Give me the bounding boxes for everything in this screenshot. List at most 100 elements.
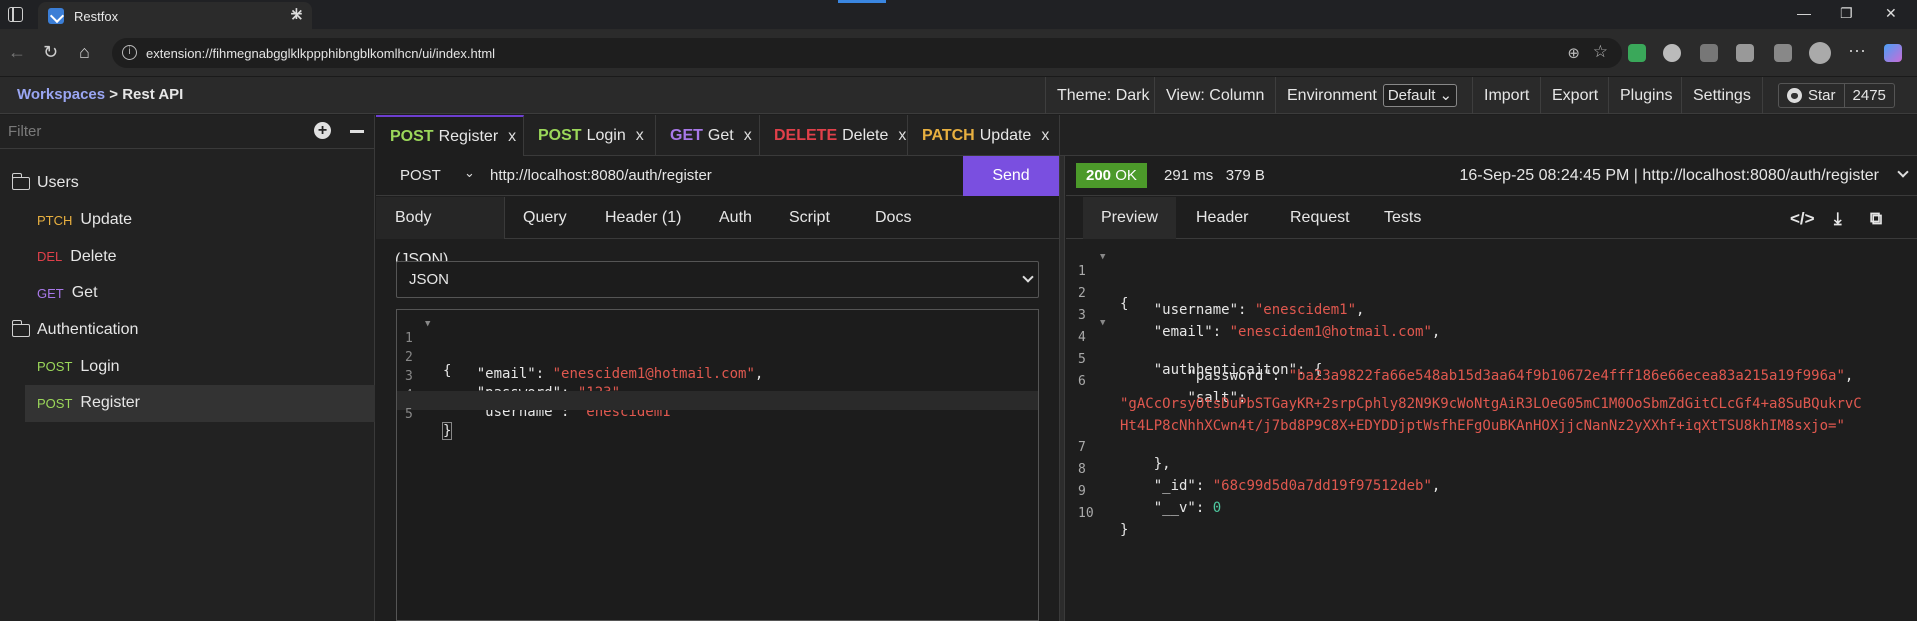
request-body-editor[interactable]: 1 ▼ { 2 "email": "enescidem1@hotmail.com… [396,309,1039,621]
sidebar-item-delete[interactable]: DEL Delete [0,238,375,275]
status-badge: 200 OK [1076,163,1147,188]
sidebar-item-update[interactable]: PTCH Update [0,202,375,239]
close-tab-icon[interactable]: x [898,127,906,145]
site-info-icon[interactable]: i [122,45,137,60]
close-tab-icon[interactable]: x [636,127,644,145]
tab-label: Get [707,126,734,144]
code-view-icon[interactable]: </> [1790,209,1815,229]
github-star-button[interactable]: Star 2475 [1778,83,1895,108]
drag-indicator [838,0,886,3]
chevron-down-icon[interactable]: ⌄ [464,165,475,181]
tab-auth[interactable]: Auth [700,197,771,239]
star-count: 2475 [1852,87,1886,104]
request-label: Login [80,357,120,375]
add-item-icon[interactable]: + [314,122,331,139]
favorite-star-icon[interactable]: ☆ [1593,42,1608,62]
tab-script[interactable]: Script [770,197,849,239]
tab-actions-icon[interactable] [8,6,23,22]
tab-body-json[interactable]: Body (JSON) [376,197,505,268]
address-bar[interactable]: i extension://fihmegnabgglklkppphibngblk… [112,38,1622,68]
tab-login[interactable]: POST Login x [524,115,656,156]
tab-method: POST [390,127,434,145]
sidebar-item-register[interactable]: POST Register [25,385,375,422]
cookie-extension-icon[interactable] [1663,44,1681,62]
environment-select[interactable]: Default ⌄ [1382,84,1458,107]
close-tab-icon[interactable]: x [508,128,516,146]
tab-method: GET [670,126,703,144]
environment-selector[interactable]: Environment Default ⌄ [1275,77,1468,114]
url-input[interactable]: http://localhost:8080/auth/register [490,167,712,184]
method-badge: PTCH [37,212,73,228]
sidebar-folder-authentication[interactable]: Authentication [0,312,375,349]
code-text: } [441,422,453,440]
settings-button[interactable]: Settings [1681,77,1763,114]
sidebar-item-login[interactable]: POST Login [0,348,375,385]
minimize-icon[interactable]: — [1797,5,1811,21]
tab-tests[interactable]: Tests [1366,197,1439,239]
response-history-info[interactable]: 16-Sep-25 08:24:45 PM | http://localhost… [1459,167,1879,185]
sidebar-item-get[interactable]: GET Get [0,275,375,312]
body-type-select[interactable]: JSON [396,261,1039,298]
tab-query[interactable]: Query [504,197,586,239]
tab-header[interactable]: Header (1) [586,197,700,239]
tab-delete[interactable]: DELETE Delete x [760,115,908,156]
puzzle-extensions-icon[interactable] [1736,44,1754,62]
status-code: 200 [1086,167,1112,184]
tab-update[interactable]: PATCH Update x [908,115,1060,156]
fold-arrow-icon[interactable]: ▼ [1100,318,1105,328]
more-menu-icon[interactable]: ··· [1848,40,1866,61]
github-icon [1787,88,1802,103]
workspaces-link[interactable]: Workspaces [17,86,105,103]
theme-toggle[interactable]: Theme: Dark [1045,77,1160,114]
fold-arrow-icon[interactable]: ▼ [1100,252,1105,262]
panel-resize-handle[interactable] [1059,156,1065,621]
tab-label: Login [586,126,626,144]
tab-request[interactable]: Request [1272,197,1368,239]
method-badge: POST [37,395,73,411]
copilot-icon[interactable] [1884,44,1902,62]
plugins-button[interactable]: Plugins [1608,77,1683,114]
close-tab-icon[interactable]: x [1041,127,1049,145]
tab-label: Register [438,127,499,145]
code-line-wrapped: "gACcOrsyOtsDuPbSTGayKR+2srpCphly82N9K9c… [1066,380,1917,412]
download-icon[interactable]: ⤓ [1834,209,1842,229]
favorites-icon[interactable] [1774,44,1792,62]
tab-get[interactable]: GET Get x [656,115,760,156]
sidebar-folder-users[interactable]: Users [0,165,375,202]
zoom-icon[interactable]: ⊕ [1567,44,1580,62]
method-select[interactable]: POST [400,167,441,184]
screen-extension-icon[interactable] [1700,44,1718,62]
chevron-down-icon[interactable] [1897,166,1909,178]
tab-docs[interactable]: Docs [856,197,930,239]
filter-bar: Filter + [0,115,374,149]
code-text: } [1120,522,1129,538]
request-sub-tabs: Body (JSON) Query Header (1) Auth Script… [376,197,1059,268]
method-badge: GET [37,285,64,301]
view-toggle[interactable]: View: Column [1154,77,1275,114]
tab-preview[interactable]: Preview [1083,197,1176,239]
folder-label: Users [37,174,79,192]
breadcrumb: Workspaces > Rest API [17,86,183,103]
fold-arrow-icon[interactable]: ▼ [425,319,430,329]
browser-tab-restfox[interactable]: Restfox ✕ [38,2,312,30]
request-label: Delete [70,247,117,265]
restore-icon[interactable]: ❐ [1840,5,1853,22]
close-window-icon[interactable]: ✕ [1885,5,1897,22]
profile-avatar[interactable] [1809,42,1831,64]
refresh-icon[interactable]: ↻ [43,42,58,63]
new-tab-icon[interactable]: + [290,2,303,26]
tab-response-header[interactable]: Header [1178,197,1266,239]
close-tab-icon[interactable]: x [744,127,752,145]
import-button[interactable]: Import [1472,77,1540,114]
home-icon[interactable]: ⌂ [79,42,90,63]
request-label: Get [71,284,98,302]
collapse-all-icon[interactable] [350,130,364,133]
filter-input[interactable]: Filter [8,123,41,140]
export-button[interactable]: Export [1540,77,1609,114]
method-badge: DEL [37,249,63,265]
shield-extension-icon[interactable] [1628,44,1646,62]
back-icon[interactable]: ← [8,42,26,63]
copy-icon[interactable]: ⧉ [1870,209,1882,229]
send-button[interactable]: Send [963,156,1059,196]
tab-register[interactable]: POST Register x [376,115,524,156]
